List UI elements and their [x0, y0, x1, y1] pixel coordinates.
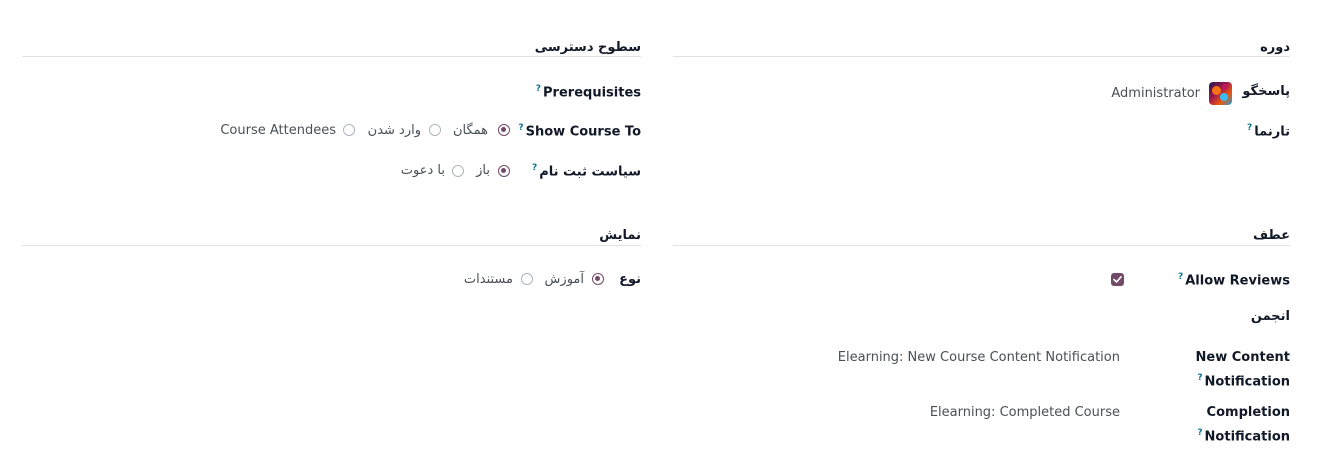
radio-label-show-signed-in[interactable]: وارد شدن: [368, 123, 421, 138]
section-divider-course: [673, 56, 1290, 57]
help-icon[interactable]: ?: [1247, 123, 1252, 133]
help-icon[interactable]: ?: [518, 123, 523, 133]
forum-label: انجمن: [1250, 309, 1290, 324]
section-title-course: دوره: [1260, 40, 1290, 55]
radio-enroll-public[interactable]: [498, 165, 510, 177]
completion-notification-value[interactable]: Elearning: Completed Course: [930, 405, 1120, 420]
radio-label-show-attendees[interactable]: Course Attendees: [220, 123, 336, 138]
new-content-notification-label-line2: Notification: [1204, 374, 1290, 390]
show-course-to-label: ? Show Course To: [518, 123, 641, 139]
help-icon[interactable]: ?: [1197, 428, 1202, 438]
enroll-policy-label: ? سیاست ثبت نام: [532, 163, 641, 179]
help-icon[interactable]: ?: [1178, 272, 1183, 282]
radio-label-type-training[interactable]: آموزش: [545, 272, 584, 287]
help-icon[interactable]: ?: [536, 84, 541, 94]
enroll-policy-label-text: سیاست ثبت نام: [539, 164, 641, 180]
radio-show-signed-in[interactable]: [429, 124, 441, 136]
avatar[interactable]: [1209, 82, 1232, 105]
section-title-karma: عطف: [1252, 228, 1290, 243]
section-divider-display: [22, 245, 641, 246]
radio-enroll-invite[interactable]: [452, 165, 464, 177]
allow-reviews-checkbox[interactable]: [1111, 273, 1124, 286]
completion-notification-label-line1: Completion: [1206, 405, 1290, 420]
completion-notification-label-line2: Notification: [1204, 429, 1290, 445]
radio-type-training[interactable]: [592, 273, 604, 285]
new-content-notification-value[interactable]: Elearning: New Course Content Notificati…: [838, 350, 1120, 365]
prerequisites-label-text: Prerequisites: [543, 85, 641, 101]
radio-type-documentation[interactable]: [521, 273, 533, 285]
show-course-to-label-text: Show Course To: [525, 124, 641, 140]
radio-show-attendees[interactable]: [343, 124, 355, 136]
new-content-notification-label: New Content ? Notification: [1196, 347, 1290, 392]
section-title-display: نمایش: [599, 228, 641, 243]
website-label-text: تارنما: [1254, 124, 1290, 140]
radio-label-type-documentation[interactable]: مستندات: [464, 272, 513, 287]
new-content-notification-label-line1: New Content: [1195, 350, 1290, 365]
radio-show-everyone[interactable]: [498, 124, 510, 136]
responsible-label: پاسخگو: [1242, 84, 1290, 99]
type-label: نوع: [619, 272, 641, 287]
website-label: ? تارنما: [1247, 123, 1290, 139]
section-divider-karma: [673, 245, 1290, 246]
check-icon: [1113, 276, 1122, 283]
allow-reviews-label: ? Allow Reviews: [1178, 272, 1290, 288]
responsible-value[interactable]: Administrator: [1111, 86, 1200, 101]
allow-reviews-label-text: Allow Reviews: [1185, 273, 1290, 289]
radio-label-enroll-public[interactable]: باز: [476, 163, 490, 178]
section-title-access: سطوح دسترسی: [534, 40, 641, 55]
radio-label-enroll-invite[interactable]: با دعوت: [401, 163, 445, 178]
section-divider-access: [22, 56, 641, 57]
help-icon[interactable]: ?: [532, 163, 537, 173]
completion-notification-label: Completion ? Notification: [1197, 402, 1290, 447]
prerequisites-label: ? Prerequisites: [536, 84, 641, 100]
help-icon[interactable]: ?: [1197, 373, 1202, 383]
radio-label-show-everyone[interactable]: همگان: [453, 123, 488, 138]
